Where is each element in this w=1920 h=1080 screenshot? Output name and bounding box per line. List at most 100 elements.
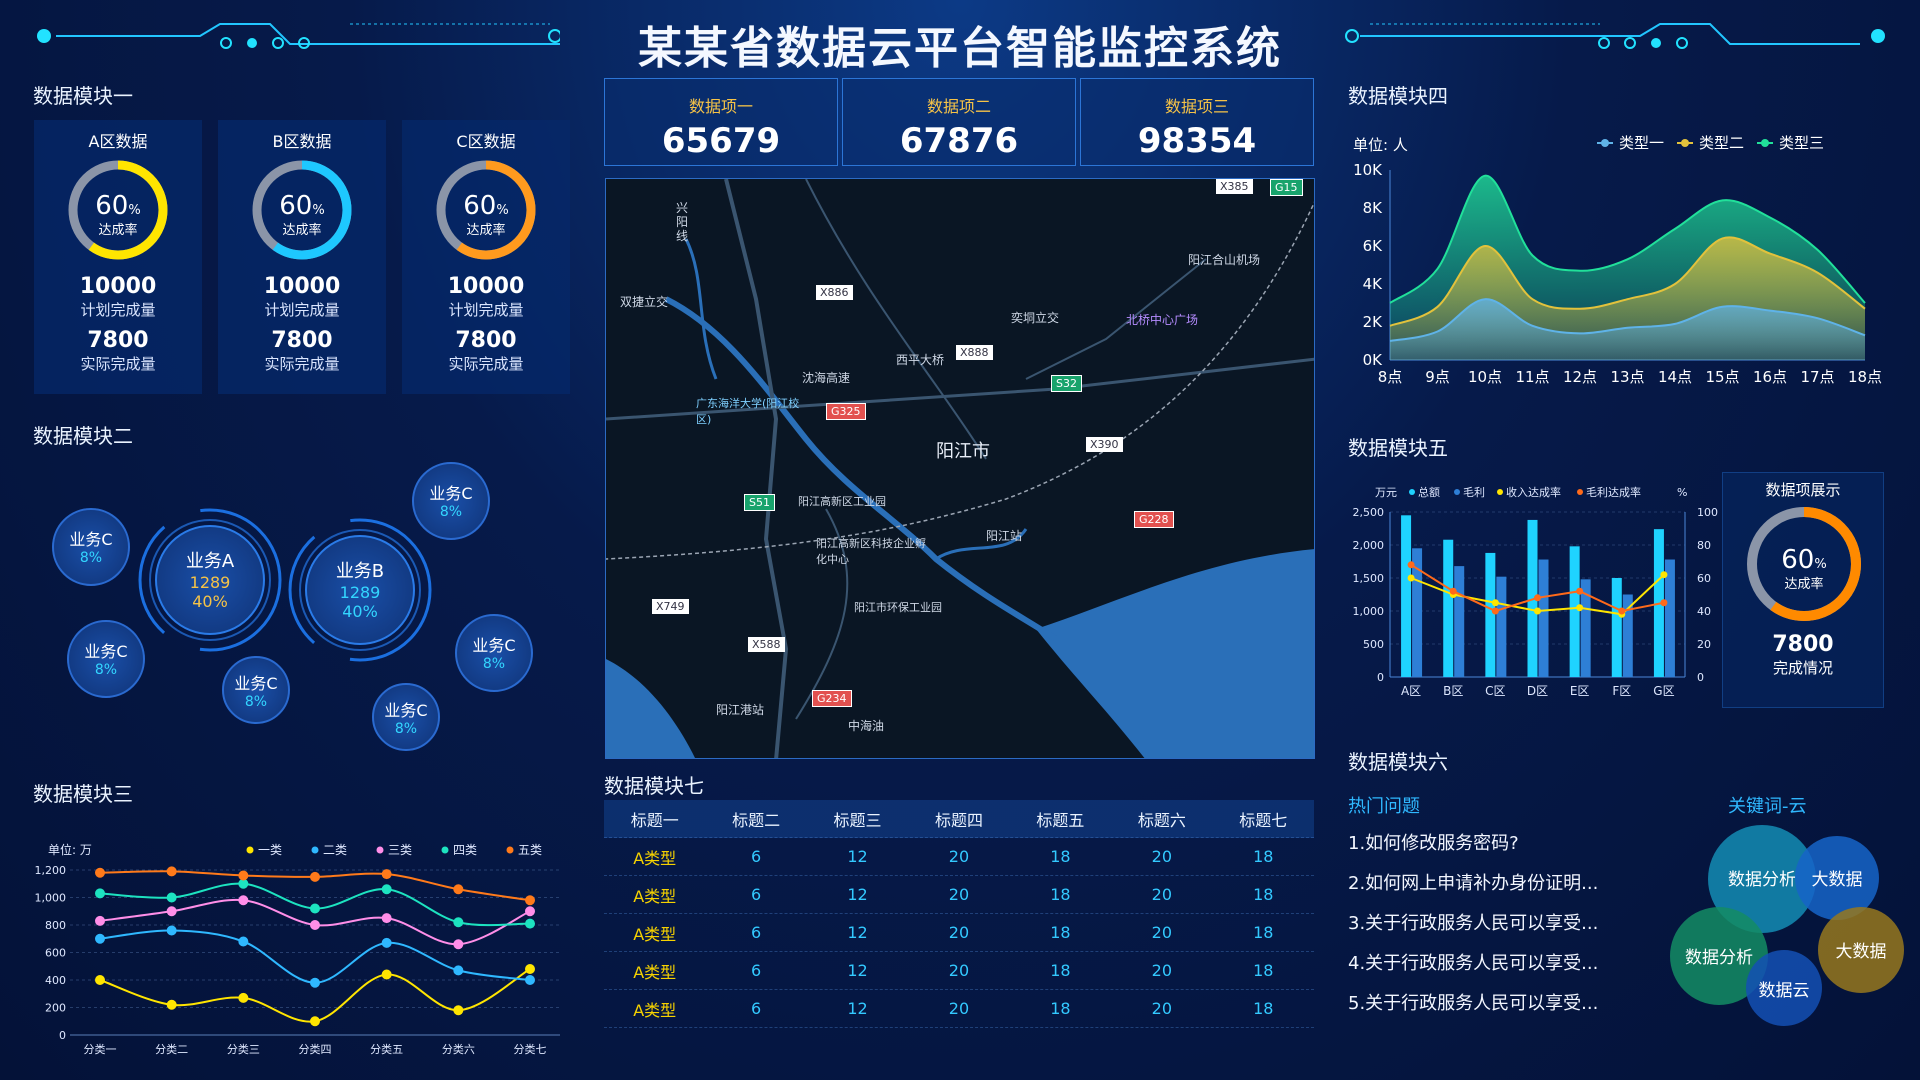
x-tick-label: C区 xyxy=(1485,684,1505,698)
bar xyxy=(1611,578,1622,677)
x-tick-label: 分类六 xyxy=(442,1042,475,1056)
ring-pct: 60 xyxy=(279,191,312,221)
data-point xyxy=(310,977,320,988)
bubble-business-c[interactable]: 业务C 8% xyxy=(372,683,440,751)
data-point xyxy=(166,892,177,903)
bubble-business-c[interactable]: 业务C 8% xyxy=(222,656,290,724)
plan-label: 计划完成量 xyxy=(448,301,524,319)
x-tick-label: 分类一 xyxy=(84,1042,117,1056)
bubble-business-c[interactable]: 业务C 8% xyxy=(455,614,533,692)
faq-item[interactable]: 4.关于行政服务人民可以享受... xyxy=(1348,949,1598,975)
module7-title: 数据模块七 xyxy=(604,774,704,798)
map-label: 阳江站 xyxy=(986,529,1023,543)
map-label: 西平大桥 xyxy=(896,353,945,367)
y-tick-label: 2K xyxy=(1363,313,1384,331)
bar xyxy=(1622,594,1633,677)
road-shield: X749 xyxy=(652,599,689,614)
map-label: 阳江市环保工业园 xyxy=(854,601,942,614)
actual-value: 7800 xyxy=(271,328,333,353)
y2-tick-label: 0 xyxy=(1697,671,1704,684)
y-tick-label: 6K xyxy=(1363,237,1384,255)
y-tick-label: 2,000 xyxy=(1353,539,1385,552)
kpi-value: 67876 xyxy=(899,121,1019,161)
bubble-business-b[interactable]: 业务B 1289 40% xyxy=(305,535,415,645)
data-point xyxy=(238,895,249,906)
table-row[interactable]: A类型 6 12 20 18 20 18 xyxy=(604,952,1314,990)
bubble-business-c[interactable]: 业务C 8% xyxy=(67,620,145,698)
keyword-text: 大数据 xyxy=(1835,942,1887,962)
bar xyxy=(1496,576,1507,677)
table-row[interactable]: A类型 6 12 20 18 20 18 xyxy=(604,876,1314,914)
side-progress-ring: 60% 达成率 xyxy=(1747,507,1861,621)
x-tick-label: A区 xyxy=(1401,684,1421,698)
faq-item[interactable]: 2.如何网上申请补办身份证明... xyxy=(1348,869,1598,895)
road-shield: G228 xyxy=(1134,511,1174,528)
progress-ring: 60% 达成率 xyxy=(68,160,168,260)
ring-pct-unit: % xyxy=(312,203,324,218)
data-point xyxy=(1618,607,1626,615)
road-shield: X888 xyxy=(956,345,993,360)
table-cell: A类型 xyxy=(633,1000,677,1020)
data-point xyxy=(453,939,464,950)
road-shield: S32 xyxy=(1051,375,1082,392)
ring-rate-label: 达成率 xyxy=(282,222,321,238)
bubble-pct: 40% xyxy=(342,602,378,621)
keyword-bubble[interactable]: 数据云 xyxy=(1746,950,1822,1026)
side-panel-title: 数据项展示 xyxy=(1765,481,1841,499)
data-point xyxy=(95,888,105,899)
keyword-text: 大数据 xyxy=(1811,870,1863,890)
road-shield: G15 xyxy=(1270,179,1303,196)
map[interactable]: 阳江市 兴阳线 沈海高速 阳江合山机场 北桥中心广场 西平大桥 阳江站 阳江港站… xyxy=(605,178,1315,759)
table-cell: 12 xyxy=(847,961,868,980)
table-row[interactable]: A类型 6 12 20 18 20 18 xyxy=(604,990,1314,1028)
x-tick-label: B区 xyxy=(1443,684,1463,698)
table-cell: 20 xyxy=(1151,923,1172,942)
table-header-row: 标题一 标题二 标题三 标题四 标题五 标题六 标题七 xyxy=(604,800,1314,838)
bar xyxy=(1485,552,1496,677)
svg-text:60%: 60% xyxy=(463,191,508,221)
table-cell: 6 xyxy=(751,961,762,980)
plan-value: 10000 xyxy=(447,274,525,299)
faq-item[interactable]: 3.关于行政服务人民可以享受... xyxy=(1348,909,1598,935)
table-header-cell: 标题一 xyxy=(630,810,679,830)
bubble-business-c[interactable]: 业务C 8% xyxy=(412,462,490,540)
y-axis-unit: 万元 xyxy=(1375,486,1397,499)
table-cell: A类型 xyxy=(633,848,677,868)
table-cell: 18 xyxy=(1253,999,1274,1018)
legend-marker xyxy=(246,846,254,854)
y-tick-label: 400 xyxy=(45,974,66,987)
ring-pct: 60 xyxy=(463,191,496,221)
map-label: 阳江高新区科技企业孵化中心 xyxy=(816,537,926,566)
table-cell: 12 xyxy=(847,923,868,942)
table-cell: 18 xyxy=(1050,999,1071,1018)
faq-item[interactable]: 1.如何修改服务密码? xyxy=(1348,829,1519,855)
table-cell: A类型 xyxy=(633,886,677,906)
ring-card-title: B区数据 xyxy=(272,132,332,151)
series-line xyxy=(99,929,531,984)
bubble-name: 业务C xyxy=(69,530,113,549)
table-row[interactable]: A类型 6 12 20 18 20 18 xyxy=(604,914,1314,952)
module5-side-panel: 数据项展示 60% 达成率 7800 完成情况 xyxy=(1722,472,1884,708)
x-tick-label: 15点 xyxy=(1705,368,1739,386)
actual-label: 实际完成量 xyxy=(264,355,340,373)
bubble-pct: 8% xyxy=(79,550,103,566)
data-point xyxy=(453,1005,464,1016)
y-tick-label: 8K xyxy=(1363,199,1384,217)
y-tick-label: 1,000 xyxy=(35,892,67,905)
kpi-box-1: 数据项一 65679 xyxy=(604,78,838,166)
bar xyxy=(1401,515,1412,677)
faq-item[interactable]: 5.关于行政服务人民可以享受... xyxy=(1348,989,1598,1015)
table-cell: 18 xyxy=(1253,923,1274,942)
module3-line-chart: 单位: 万 0 200 400 600 800 1,000 1,200 分类一 分类二 分类三 分类四… xyxy=(35,842,560,1056)
legend-label: 类型三 xyxy=(1779,134,1824,152)
keyword-bubble[interactable]: 大数据 xyxy=(1818,907,1904,993)
table-row[interactable]: A类型 6 12 20 18 20 18 xyxy=(604,838,1314,876)
table-cell: 20 xyxy=(1151,885,1172,904)
data-point xyxy=(1491,607,1499,615)
table-cell: 18 xyxy=(1050,923,1071,942)
road-shield: X588 xyxy=(748,637,785,652)
x-tick-label: 分类四 xyxy=(299,1042,332,1056)
bubble-business-c[interactable]: 业务C 8% xyxy=(52,508,130,586)
bubble-business-a[interactable]: 业务A 1289 40% xyxy=(155,525,265,635)
x-tick-label: E区 xyxy=(1570,684,1590,698)
